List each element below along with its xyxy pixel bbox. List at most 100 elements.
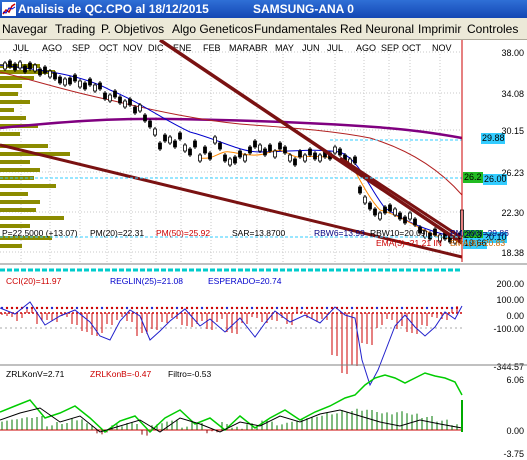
cci-dot bbox=[385, 306, 389, 310]
candle-body bbox=[433, 228, 437, 236]
menu-red-neuronal[interactable]: Red Neuronal bbox=[340, 22, 414, 36]
candle-body bbox=[368, 202, 372, 210]
candle-body bbox=[318, 154, 322, 162]
cci-dot bbox=[235, 306, 239, 310]
menu-imprimir[interactable]: Imprimir bbox=[418, 22, 461, 36]
candle-body bbox=[18, 61, 22, 69]
volume-bar bbox=[0, 184, 56, 188]
candle-body bbox=[88, 78, 92, 86]
cci-dot bbox=[175, 306, 179, 310]
cci-dot bbox=[380, 306, 384, 310]
candle-body bbox=[218, 142, 222, 150]
cci-dot bbox=[355, 306, 359, 310]
cci-dot bbox=[205, 306, 209, 310]
candle-body bbox=[273, 150, 277, 158]
candle-body bbox=[68, 77, 72, 85]
window-title: Analisis de QC.CPO al 18/12/2015 bbox=[18, 2, 209, 16]
cci-dot bbox=[155, 306, 159, 310]
cci-dot bbox=[150, 306, 154, 310]
candle-body bbox=[363, 196, 367, 204]
cci-dot bbox=[125, 306, 129, 310]
cci-dot bbox=[295, 306, 299, 310]
candle-body bbox=[203, 146, 207, 154]
cci-dot bbox=[60, 306, 64, 310]
volume-bar bbox=[0, 108, 14, 112]
cci-dot bbox=[425, 306, 429, 310]
stat-ema3: EMA(3)=21.21 IN bbox=[376, 238, 442, 248]
cci-dot bbox=[115, 306, 119, 310]
candle-body bbox=[143, 114, 147, 122]
candle-body bbox=[288, 154, 292, 162]
cci-dot bbox=[410, 306, 414, 310]
cci-dot bbox=[55, 306, 59, 310]
cci-dot bbox=[170, 306, 174, 310]
cci-dot bbox=[110, 306, 114, 310]
price-y-tick: 22.30 bbox=[501, 208, 524, 218]
cci-dot bbox=[215, 306, 219, 310]
candle-body bbox=[263, 148, 267, 156]
month-label: DIC bbox=[148, 43, 164, 53]
candle-body bbox=[123, 100, 127, 108]
price-y-tick: 38.00 bbox=[501, 48, 524, 58]
stat-rbw10: RBW10=20.09 bbox=[370, 228, 426, 238]
price-y-tick: 26.23 bbox=[501, 168, 524, 178]
zrl-y-tick: -3.75 bbox=[503, 449, 524, 459]
volume-bar bbox=[0, 132, 20, 136]
candle-body bbox=[233, 156, 237, 164]
cci-dot bbox=[220, 306, 224, 310]
cci-dot bbox=[400, 306, 404, 310]
cci-dot bbox=[395, 306, 399, 310]
candle-body bbox=[228, 158, 232, 166]
candle-body bbox=[103, 92, 107, 100]
menu-fundamentales[interactable]: Fundamentales bbox=[254, 22, 337, 36]
charts-area[interactable]: JUL AGO SEP OCT NOV DIC ENE FEB MAR ABR MAY JUN JUL A… bbox=[0, 40, 527, 460]
month-label: ABR bbox=[249, 43, 268, 53]
candle-body bbox=[268, 144, 272, 152]
candle-body bbox=[413, 218, 417, 226]
cci-dot bbox=[90, 306, 94, 310]
volume-bar bbox=[0, 100, 30, 104]
cci-dot bbox=[240, 306, 244, 310]
candle-body bbox=[303, 154, 307, 162]
cci-dot bbox=[225, 306, 229, 310]
candle-body bbox=[388, 204, 392, 212]
candle-body bbox=[208, 152, 212, 160]
cci-dot bbox=[75, 306, 79, 310]
candle-body bbox=[393, 208, 397, 216]
candle-body bbox=[258, 144, 262, 152]
cci-dot bbox=[130, 306, 134, 310]
candle-body bbox=[238, 150, 242, 158]
candle-body bbox=[313, 152, 317, 160]
cci-dot bbox=[270, 306, 274, 310]
volume-bar bbox=[0, 244, 22, 248]
cci-dot bbox=[195, 306, 199, 310]
menu-p-objetivos[interactable]: P. Objetivos bbox=[101, 22, 164, 36]
cci-dot bbox=[290, 306, 294, 310]
cci-dot bbox=[315, 306, 319, 310]
cci-dot bbox=[10, 306, 14, 310]
stat-ema8: EMA(8)=20.83 bbox=[450, 238, 505, 248]
cci-dot bbox=[50, 306, 54, 310]
candle-body bbox=[113, 90, 117, 98]
cci-dot bbox=[230, 306, 234, 310]
menu-controles[interactable]: Controles bbox=[467, 22, 518, 36]
menu-bar: Navegar Trading P. Objetivos Algo Geneti… bbox=[0, 18, 527, 40]
menu-algo-geneticos[interactable]: Algo Geneticos bbox=[172, 22, 253, 36]
month-label: JUL bbox=[327, 43, 343, 53]
cci-dot bbox=[65, 306, 69, 310]
candle-body bbox=[278, 142, 282, 150]
menu-trading[interactable]: Trading bbox=[55, 22, 95, 36]
cci-dot bbox=[245, 306, 249, 310]
cci-dot bbox=[435, 306, 439, 310]
cci-dot bbox=[145, 306, 149, 310]
cci-dot bbox=[350, 306, 354, 310]
stat-pm200: PM(200)=29.86 bbox=[450, 228, 509, 238]
menu-navegar[interactable]: Navegar bbox=[2, 22, 47, 36]
cci-dot bbox=[420, 306, 424, 310]
esperado-label: ESPERADO=20.74 bbox=[208, 276, 282, 286]
reglin-label: REGLIN(25)=21.08 bbox=[110, 276, 183, 286]
candle-body bbox=[408, 212, 412, 220]
volume-bar bbox=[0, 208, 36, 212]
cci-dot bbox=[45, 306, 49, 310]
cci-dot bbox=[430, 306, 434, 310]
